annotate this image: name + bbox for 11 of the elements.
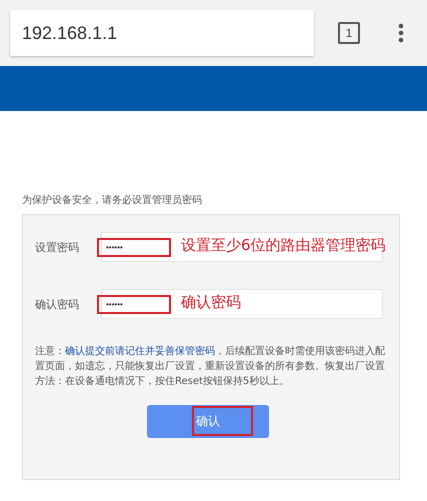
field-label: 设置密码 — [35, 240, 80, 254]
annotation-text: 确认密码 — [181, 293, 241, 312]
annotation-text: 设置至少6位的路由器管理密码 — [181, 236, 386, 255]
note-link[interactable]: 确认提交前请记住并妥善保管密码 — [65, 346, 215, 357]
intro-text: 为保护设备安全，请务必设置管理员密码 — [22, 194, 203, 207]
highlight-frame — [192, 406, 253, 436]
address-bar[interactable]: 192.168.1.1 — [10, 10, 314, 56]
tab-count-button[interactable]: 1 — [338, 22, 360, 44]
menu-icon[interactable] — [398, 23, 404, 43]
note-text: 注意：确认提交前请记住并妥善保管密码，后续配置设备时需使用该密码进入配置页面，如遗忘，只能恢复出厂设置，重新设置设备的所有参数。恢复出厂设置方法：在设备通电情况下，按住Reset按钮保持5秒以上。 — [35, 344, 386, 389]
field-label: 确认密码 — [35, 296, 80, 312]
